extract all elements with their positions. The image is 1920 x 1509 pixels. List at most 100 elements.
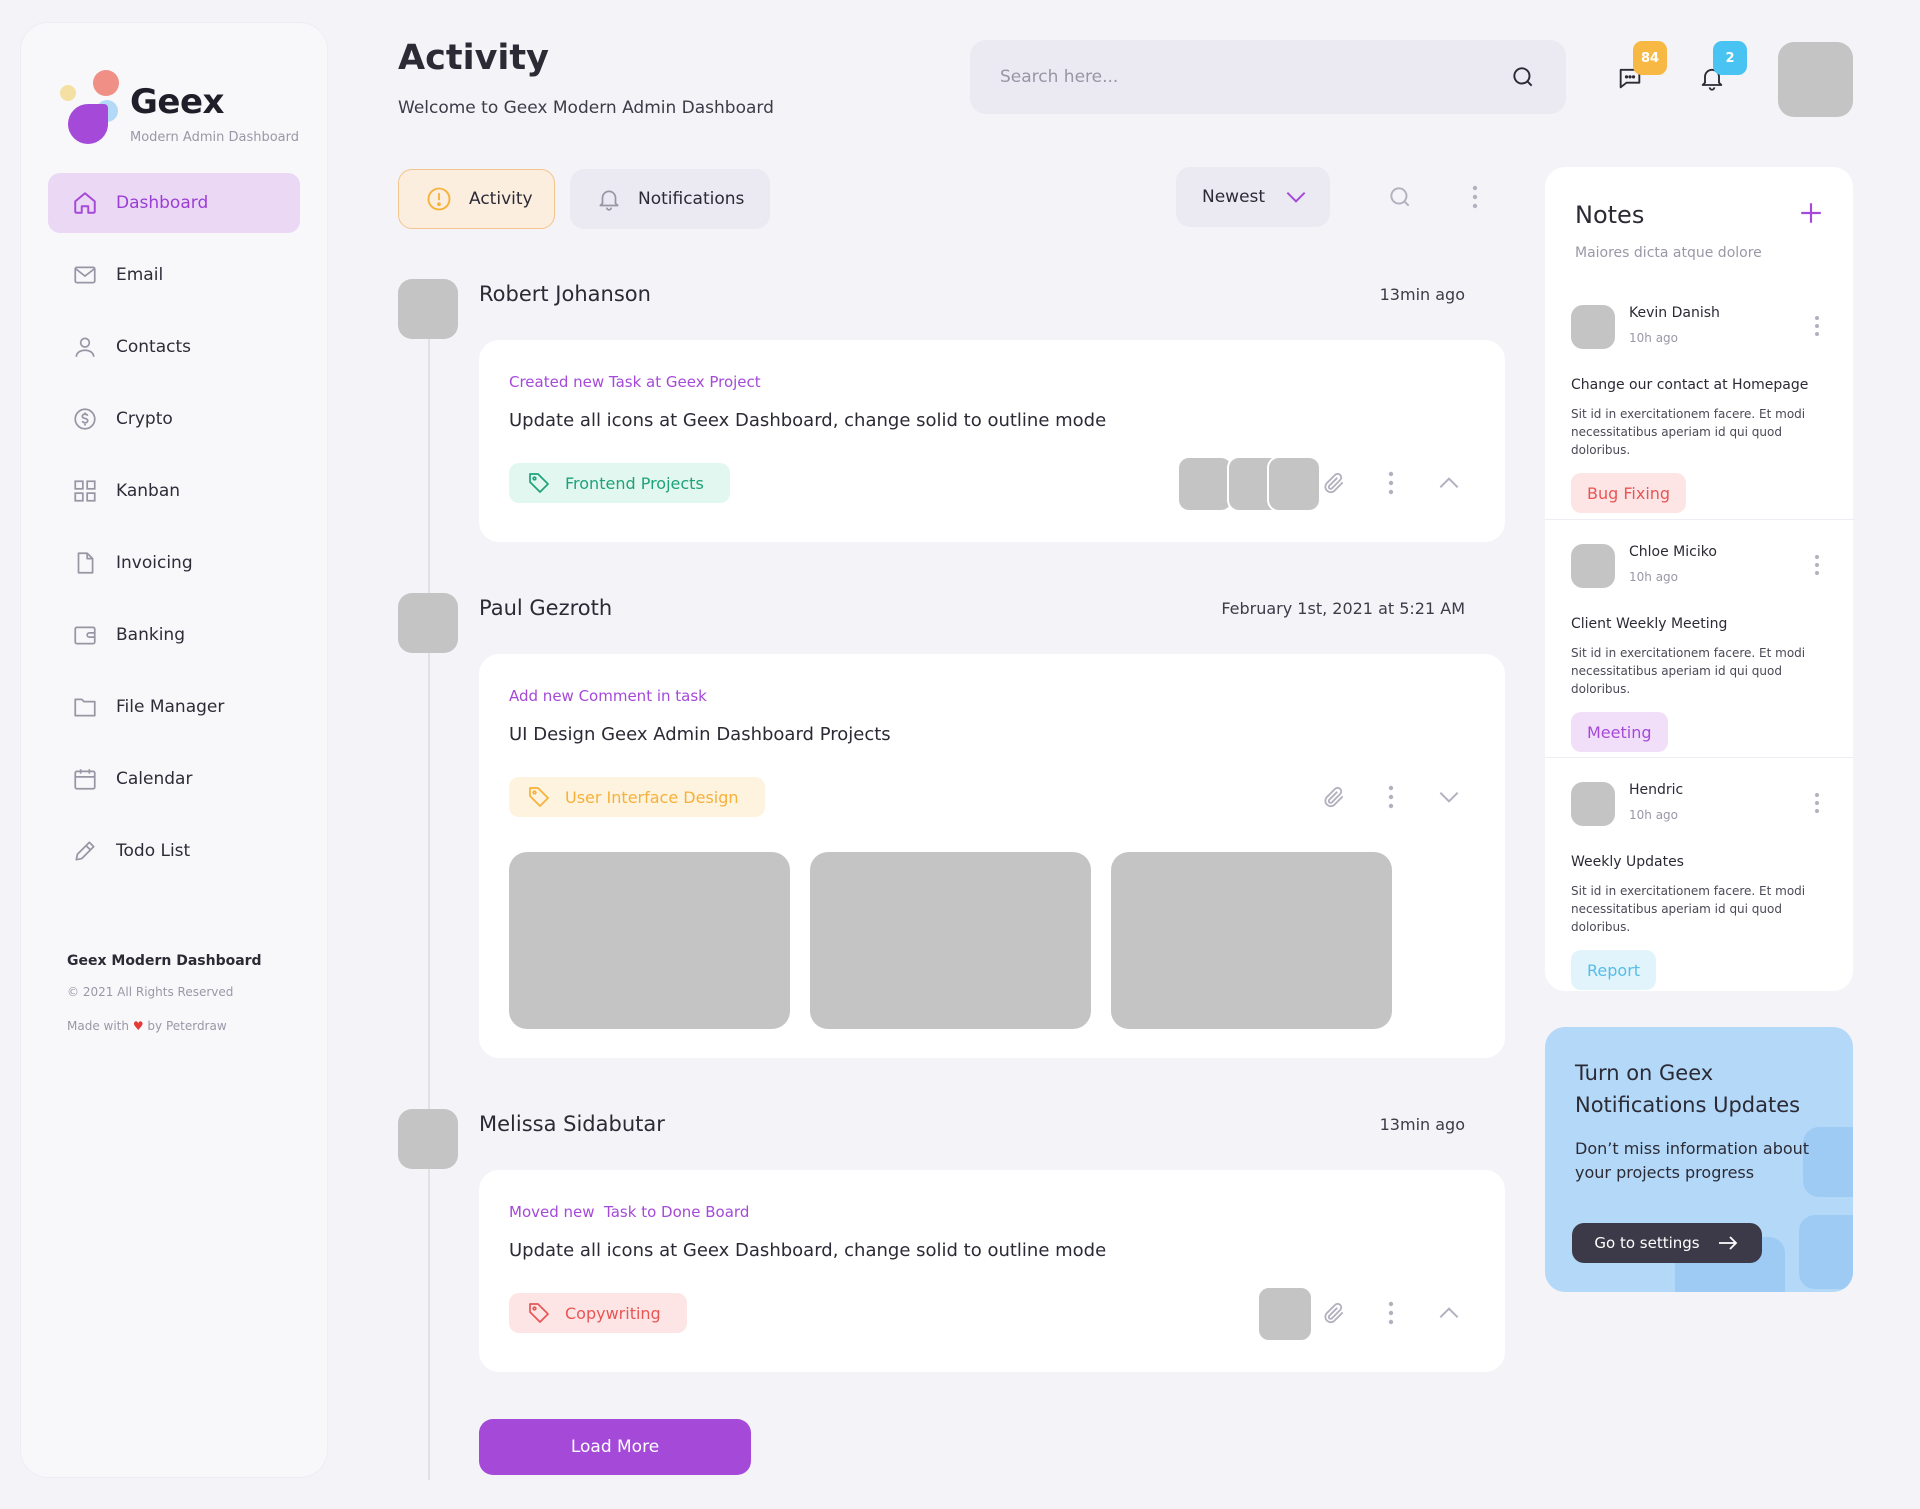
footer-title: Geex Modern Dashboard xyxy=(67,953,262,969)
avatar xyxy=(1571,305,1615,349)
more-vertical-icon xyxy=(1471,185,1479,209)
sidebar-item-invoicing[interactable]: Invoicing xyxy=(48,533,300,593)
note-title: Client Weekly Meeting xyxy=(1571,616,1728,632)
expand-toggle-button[interactable] xyxy=(1432,1296,1466,1330)
note-time: 10h ago xyxy=(1629,331,1679,345)
load-more-button[interactable]: Load More xyxy=(479,1419,751,1475)
sidebar-item-label: Todo List xyxy=(116,841,191,861)
activity-time: 13min ago xyxy=(1379,285,1465,304)
timeline-line xyxy=(428,300,430,1480)
sidebar-item-kanban[interactable]: Kanban xyxy=(48,461,300,521)
note-tag[interactable]: Bug Fixing xyxy=(1571,473,1687,513)
notes-subtitle: Maiores dicta atque dolore xyxy=(1575,245,1762,261)
attachment-image[interactable] xyxy=(509,852,790,1029)
member-thumbnail[interactable] xyxy=(1267,456,1321,512)
note-more-button[interactable] xyxy=(1807,788,1827,818)
note-title: Change our contact at Homepage xyxy=(1571,377,1809,393)
tab-activity[interactable]: Activity xyxy=(398,169,555,229)
notifications-badge: 2 xyxy=(1713,41,1747,75)
search-icon[interactable] xyxy=(1510,64,1536,90)
heart-icon: ♥ xyxy=(132,1019,144,1033)
folder-icon xyxy=(72,694,98,720)
tag-label: Copywriting xyxy=(565,1303,661,1323)
sidebar-item-email[interactable]: Email xyxy=(48,245,300,305)
avatar[interactable] xyxy=(398,593,458,653)
page-title: Activity xyxy=(398,38,549,78)
more-vertical-icon xyxy=(1387,785,1395,809)
tag-badge[interactable]: Copywriting xyxy=(509,1293,687,1333)
note-item[interactable]: Kevin Danish 10h ago Change our contact … xyxy=(1545,281,1853,519)
chevron-down-icon xyxy=(1436,784,1462,810)
notes-title: Notes xyxy=(1575,201,1645,229)
add-note-button[interactable] xyxy=(1795,197,1827,229)
tag-badge[interactable]: User Interface Design xyxy=(509,777,765,817)
note-tag[interactable]: Meeting xyxy=(1571,712,1668,752)
file-icon xyxy=(72,550,98,576)
sidebar-item-calendar[interactable]: Calendar xyxy=(48,749,300,809)
activity-title: Update all icons at Geex Dashboard, chan… xyxy=(509,1240,1107,1261)
chevron-down-icon xyxy=(1283,184,1309,210)
sidebar-item-crypto[interactable]: Crypto xyxy=(48,389,300,449)
expand-toggle-button[interactable] xyxy=(1432,466,1466,500)
attachment-image[interactable] xyxy=(810,852,1091,1029)
activity-time: 13min ago xyxy=(1379,1115,1465,1134)
avatar[interactable] xyxy=(398,1109,458,1169)
card-more-button[interactable] xyxy=(1374,466,1408,500)
activity-search-button[interactable] xyxy=(1380,177,1420,217)
logo-mark xyxy=(68,104,108,144)
plus-icon xyxy=(1798,200,1824,226)
note-body: Sit id in exercitationem facere. Et modi… xyxy=(1571,407,1806,457)
search-icon xyxy=(1387,184,1413,210)
activity-card: Add new Comment in task UI Design Geex A… xyxy=(479,654,1505,1058)
note-more-button[interactable] xyxy=(1807,311,1827,341)
sidebar-item-dashboard[interactable]: Dashboard xyxy=(48,173,300,233)
sidebar-item-todo-list[interactable]: Todo List xyxy=(48,821,300,881)
dollar-coin-icon xyxy=(72,406,98,432)
note-tag[interactable]: Report xyxy=(1571,950,1657,990)
search-input[interactable] xyxy=(1000,67,1510,87)
sidebar-item-file-manager[interactable]: File Manager xyxy=(48,677,300,737)
attachment-button[interactable] xyxy=(1317,466,1351,500)
sort-label: Newest xyxy=(1202,187,1266,207)
note-more-button[interactable] xyxy=(1807,550,1827,580)
expand-toggle-button[interactable] xyxy=(1432,780,1466,814)
note-item[interactable]: Chloe Miciko 10h ago Client Weekly Meeti… xyxy=(1545,519,1853,757)
activity-more-button[interactable] xyxy=(1455,177,1495,217)
paperclip-icon xyxy=(1321,1300,1347,1326)
tab-notifications[interactable]: Notifications xyxy=(570,169,770,229)
user-avatar[interactable] xyxy=(1778,42,1853,117)
more-vertical-icon xyxy=(1387,471,1395,495)
sidebar-item-contacts[interactable]: Contacts xyxy=(48,317,300,377)
alert-circle-icon xyxy=(425,185,453,213)
more-vertical-icon xyxy=(1814,792,1820,814)
card-more-button[interactable] xyxy=(1374,780,1408,814)
note-time: 10h ago xyxy=(1629,808,1679,822)
card-more-button[interactable] xyxy=(1374,1296,1408,1330)
go-to-settings-button[interactable]: Go to settings xyxy=(1572,1223,1762,1263)
footer-copyright: © 2021 All Rights Reserved xyxy=(67,985,234,999)
grid-icon xyxy=(72,478,98,504)
avatar[interactable] xyxy=(398,279,458,339)
note-item[interactable]: Hendric 10h ago Weekly Updates Sit id in… xyxy=(1545,757,1853,991)
tag-badge[interactable]: Frontend Projects xyxy=(509,463,730,503)
promo-title: Turn on Geex Notifications Updates xyxy=(1575,1061,1801,1117)
activity-card: Created new Task at Geex Project Update … xyxy=(479,340,1505,542)
footer-credit-prefix: Made with xyxy=(67,1019,129,1033)
sidebar-item-label: Crypto xyxy=(116,409,173,429)
sort-dropdown[interactable]: Newest xyxy=(1176,167,1330,227)
activity-type: Add new Comment in task xyxy=(509,687,707,705)
brand-subtitle: Modern Admin Dashboard xyxy=(130,130,299,145)
attachment-image[interactable] xyxy=(1111,852,1392,1029)
mail-icon xyxy=(72,262,98,288)
member-thumbnail[interactable] xyxy=(1257,1286,1313,1342)
pencil-icon xyxy=(72,838,98,864)
chevron-up-icon xyxy=(1436,1300,1462,1326)
avatar xyxy=(1571,782,1615,826)
brand-logo[interactable]: Geex Modern Admin Dashboard xyxy=(48,60,308,150)
tag-label: Frontend Projects xyxy=(565,473,704,493)
attachment-button[interactable] xyxy=(1317,1296,1351,1330)
member-thumbnail[interactable] xyxy=(1177,456,1233,512)
sidebar-item-banking[interactable]: Banking xyxy=(48,605,300,665)
attachment-button[interactable] xyxy=(1317,780,1351,814)
activity-title: UI Design Geex Admin Dashboard Projects xyxy=(509,724,891,745)
